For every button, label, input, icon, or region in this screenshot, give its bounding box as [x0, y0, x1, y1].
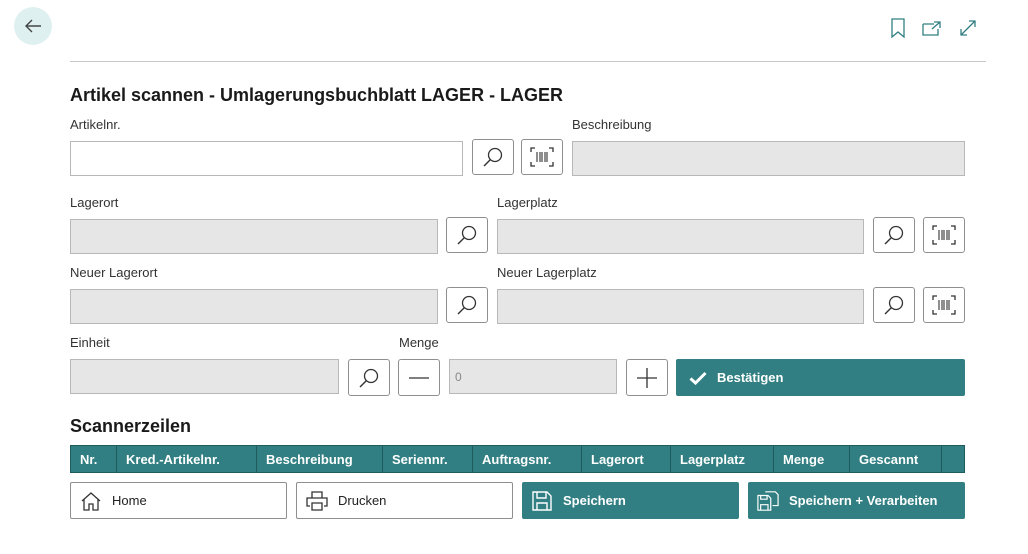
barcode-scan-icon [932, 295, 956, 315]
lagerort-lookup-button[interactable] [446, 217, 488, 253]
column-header-menge[interactable]: Menge [774, 446, 850, 472]
save-and-process-label: Speichern + Verarbeiten [789, 493, 938, 508]
barcode-scan-icon [932, 225, 956, 245]
save-process-icon [757, 490, 779, 512]
neuer-lagerplatz-lookup-button[interactable] [873, 287, 915, 323]
neuer-lagerort-label: Neuer Lagerort [70, 265, 158, 280]
lagerplatz-scan-button[interactable] [923, 217, 965, 253]
column-header-seriennr[interactable]: Seriennr. [383, 446, 473, 472]
neuer-lagerplatz-scan-button[interactable] [923, 287, 965, 323]
beschreibung-field [572, 141, 965, 176]
search-icon [457, 225, 477, 245]
save-and-process-button[interactable]: Speichern + Verarbeiten [748, 482, 965, 519]
beschreibung-label: Beschreibung [572, 117, 652, 132]
einheit-field[interactable] [70, 359, 339, 394]
lagerort-field[interactable] [70, 219, 438, 254]
einheit-label: Einheit [70, 335, 110, 350]
lagerplatz-label: Lagerplatz [497, 195, 558, 210]
lagerplatz-lookup-button[interactable] [873, 217, 915, 253]
home-button[interactable]: Home [70, 482, 287, 519]
neuer-lagerplatz-label: Neuer Lagerplatz [497, 265, 597, 280]
save-icon [531, 490, 553, 512]
menge-decrement-button[interactable] [398, 359, 440, 396]
arrow-left-icon [25, 19, 41, 33]
column-header-lagerort[interactable]: Lagerort [582, 446, 671, 472]
save-button-label: Speichern [563, 493, 626, 508]
print-button-label: Drucken [338, 493, 387, 508]
minus-icon [409, 376, 429, 379]
plus-icon [637, 367, 657, 388]
neuer-lagerort-lookup-button[interactable] [446, 287, 488, 323]
checkmark-icon [689, 371, 707, 385]
artikelnr-lookup-button[interactable] [472, 139, 514, 175]
page-title: Artikel scannen - Umlagerungsbuchblatt L… [70, 85, 564, 105]
home-icon [80, 490, 102, 512]
menge-value: 0 [455, 370, 462, 384]
column-header-gescannt[interactable]: Gescannt [850, 446, 942, 472]
artikelnr-scan-button[interactable] [521, 139, 563, 175]
header-divider [70, 61, 986, 62]
artikelnr-input[interactable] [70, 141, 463, 176]
confirm-button[interactable]: Bestätigen [676, 359, 965, 396]
search-icon [359, 368, 379, 387]
lagerplatz-field[interactable] [497, 219, 864, 254]
bookmark-icon[interactable] [887, 17, 909, 39]
neuer-lagerort-field[interactable] [70, 289, 438, 324]
print-button[interactable]: Drucken [296, 482, 513, 519]
column-header-lagerplatz[interactable]: Lagerplatz [671, 446, 774, 472]
menge-increment-button[interactable] [626, 359, 668, 396]
search-icon [457, 295, 477, 315]
artikelnr-label: Artikelnr. [70, 117, 121, 132]
search-icon [884, 225, 904, 245]
save-button[interactable]: Speichern [522, 482, 739, 519]
menge-input[interactable]: 0 [449, 359, 617, 394]
column-header-nr[interactable]: Nr. [71, 446, 117, 472]
lagerort-label: Lagerort [70, 195, 119, 210]
column-header-beschreibung[interactable]: Beschreibung [257, 446, 383, 472]
printer-icon [306, 490, 328, 512]
search-icon [884, 295, 904, 315]
back-button[interactable] [14, 7, 52, 45]
barcode-scan-icon [530, 147, 554, 167]
search-icon [483, 147, 503, 167]
scanner-section-title: Scannerzeilen [70, 416, 192, 436]
home-button-label: Home [112, 493, 147, 508]
expand-icon[interactable] [957, 17, 979, 39]
column-header-kred-artikelnr[interactable]: Kred.-Artikelnr. [117, 446, 257, 472]
scanner-table-header: Nr. Kred.-Artikelnr. Beschreibung Serien… [70, 445, 965, 473]
menge-label: Menge [399, 335, 439, 350]
einheit-lookup-button[interactable] [348, 359, 390, 396]
neuer-lagerplatz-field[interactable] [497, 289, 864, 324]
open-in-new-window-icon[interactable] [921, 17, 943, 39]
column-header-auftragsnr[interactable]: Auftragsnr. [473, 446, 582, 472]
confirm-label: Bestätigen [717, 370, 784, 385]
